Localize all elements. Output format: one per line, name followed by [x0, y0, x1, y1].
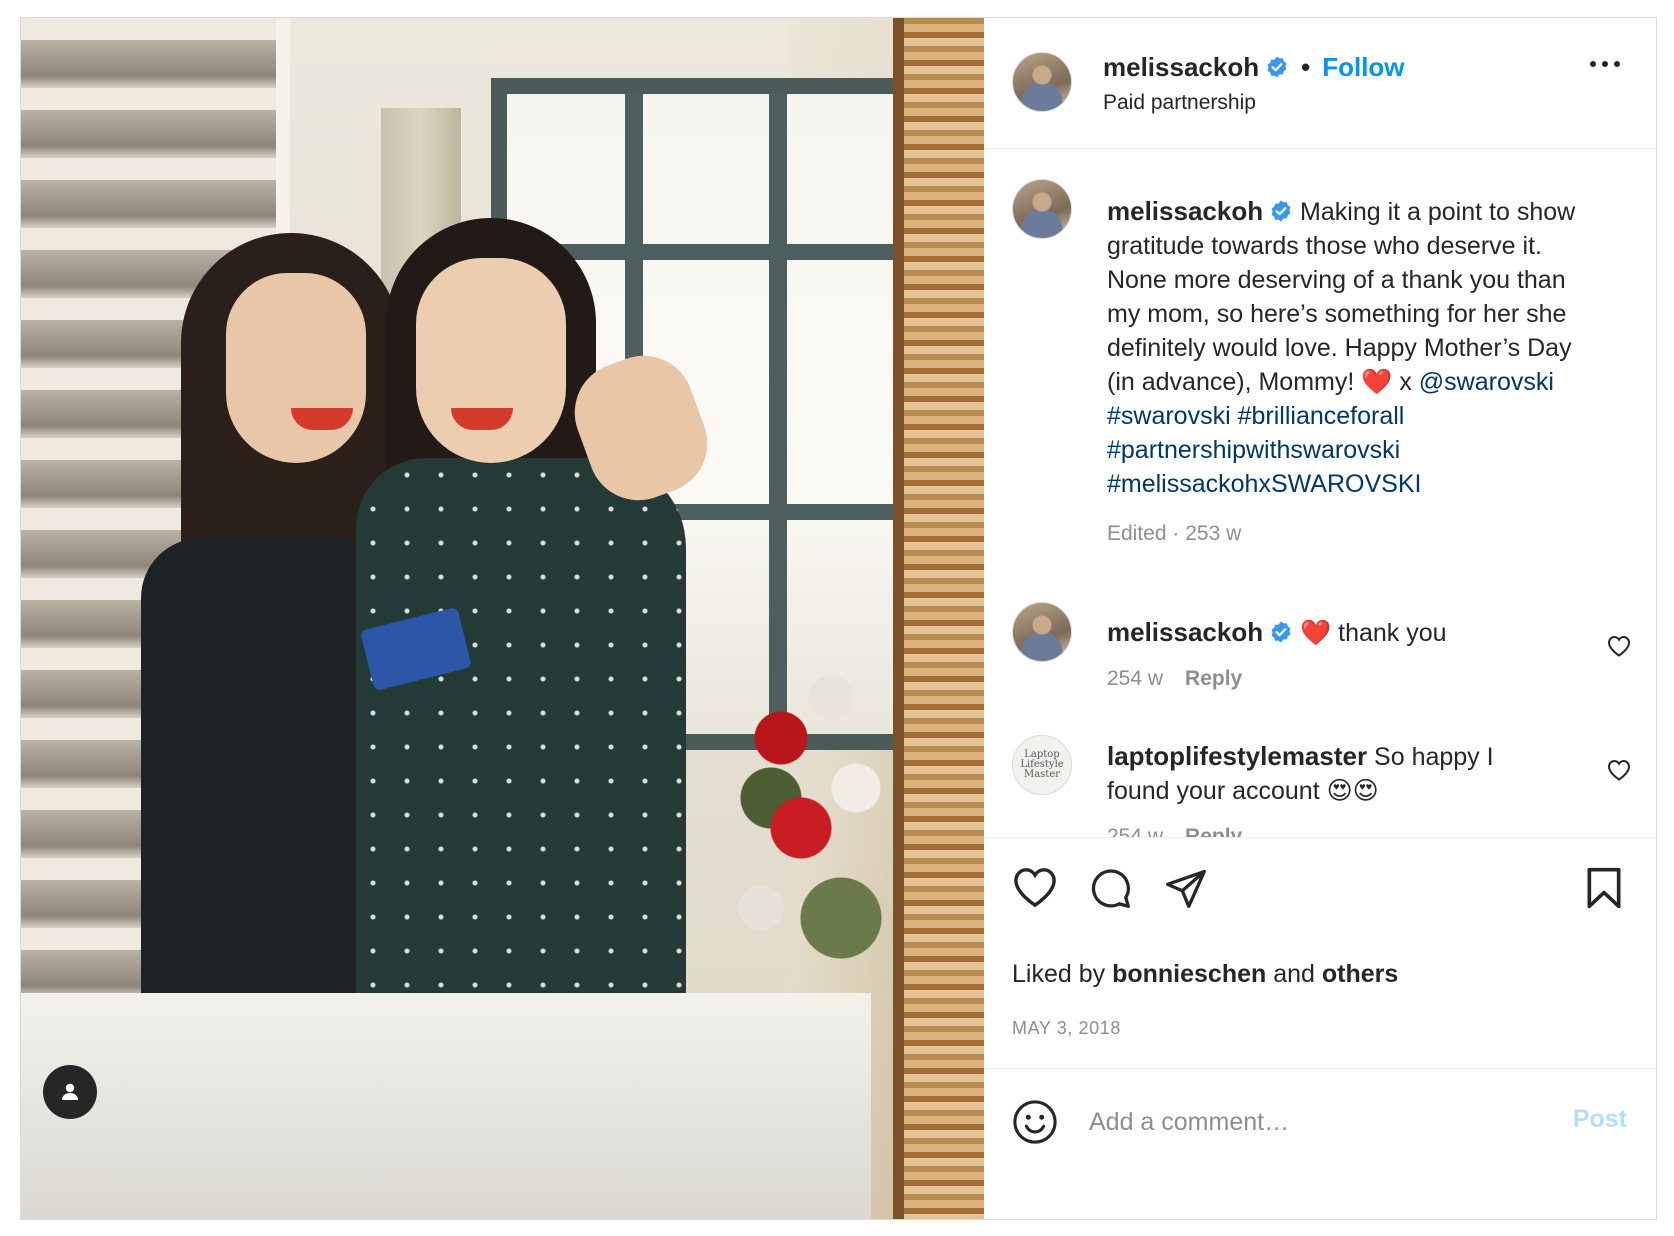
mention-swarovski[interactable]: @swarovski — [1419, 368, 1554, 396]
follow-button[interactable]: Follow — [1322, 52, 1404, 82]
heart-emoji: ❤️ — [1300, 619, 1332, 647]
comment-username[interactable]: melissackoh — [1107, 617, 1263, 647]
post-side-panel: melissackoh • Follow Paid partnership meli… — [984, 18, 1656, 1219]
comment-avatar[interactable] — [1012, 602, 1072, 662]
verified-badge-icon — [1267, 56, 1287, 78]
caption-meta: Edited · 253 w — [1107, 522, 1242, 545]
add-comment-bar: Post — [984, 1068, 1656, 1219]
comment-avatar[interactable]: Laptop Lifestyle Master — [1012, 735, 1072, 795]
paid-partnership-label[interactable]: Paid partnership — [1103, 91, 1256, 115]
verified-badge-icon — [1271, 200, 1291, 222]
caption-author-avatar[interactable] — [1012, 179, 1072, 239]
table — [21, 993, 871, 1219]
post-button[interactable]: Post — [1573, 1105, 1627, 1134]
post-header: melissackoh • Follow Paid partnership — [984, 18, 1656, 149]
liked-by-user[interactable]: bonnieschen — [1112, 960, 1266, 988]
hashtag-partnershipwithswarovski[interactable]: #partnershipwithswarovski — [1107, 436, 1400, 464]
comment-age: 254 w — [1107, 667, 1164, 690]
tagged-users-button[interactable] — [43, 1065, 97, 1119]
heart-icon[interactable] — [1012, 866, 1058, 908]
reply-button[interactable]: Reply — [1185, 667, 1242, 690]
comment-item: laptoplifestylemaster So happy I found y… — [1107, 739, 1547, 837]
author-line: melissackoh • Follow — [1103, 52, 1405, 83]
person-left-face — [226, 273, 366, 463]
comment-text: thank you — [1338, 619, 1447, 647]
author-username[interactable]: melissackoh — [1103, 52, 1259, 82]
likes-prefix: Liked by — [1012, 960, 1106, 988]
person-right-body — [356, 458, 686, 1008]
person-right-face — [416, 258, 566, 463]
caption-x: x — [1399, 368, 1412, 396]
liked-by-others[interactable]: others — [1322, 960, 1398, 988]
flower-bouquet — [721, 658, 901, 1018]
hashtag-melissackohxswarovski[interactable]: #melissackohxSWAROVSKI — [1107, 470, 1421, 498]
likes-and: and — [1273, 960, 1315, 988]
bookmark-icon[interactable] — [1585, 866, 1623, 910]
more-options-icon[interactable] — [1589, 60, 1621, 68]
likes-line: Liked by bonnieschen and others — [1012, 960, 1398, 989]
separator-dot: • — [1301, 52, 1311, 82]
comment-icon[interactable] — [1088, 866, 1132, 910]
like-comment-heart-icon[interactable] — [1607, 759, 1631, 781]
caption: melissackoh Making it a point to show gr… — [1107, 194, 1577, 551]
post-dialog: melissackoh • Follow Paid partnership meli… — [20, 17, 1657, 1220]
caption-text: Making it a point to show gratitude towa… — [1107, 198, 1576, 396]
heart-emoji: ❤️ — [1361, 368, 1393, 396]
hashtag-brillianceforall[interactable]: #brillianceforall — [1238, 402, 1405, 430]
reply-button[interactable]: Reply — [1185, 825, 1242, 837]
comments-list[interactable]: melissackoh Making it a point to show gr… — [984, 149, 1656, 837]
comment-input[interactable] — [1087, 1101, 1511, 1143]
action-bar: Liked by bonnieschen and others MAY 3, 2… — [984, 837, 1656, 1068]
share-icon[interactable] — [1164, 866, 1208, 910]
author-avatar[interactable] — [1012, 52, 1072, 112]
comment-age: 254 w — [1107, 825, 1164, 837]
like-comment-heart-icon[interactable] — [1607, 635, 1631, 657]
hashtag-swarovski[interactable]: #swarovski — [1107, 402, 1231, 430]
comment-item: melissackoh ❤️ thank you 254 w Reply — [1107, 615, 1547, 696]
post-photo[interactable] — [21, 18, 984, 1219]
caption-username[interactable]: melissackoh — [1107, 196, 1263, 226]
mirror-frame — [904, 18, 984, 1219]
verified-badge-icon — [1271, 621, 1291, 643]
post-date[interactable]: MAY 3, 2018 — [1012, 1018, 1121, 1039]
emoji-icon[interactable] — [1012, 1099, 1058, 1145]
user-icon — [62, 1083, 78, 1100]
comment-username[interactable]: laptoplifestylemaster — [1107, 741, 1367, 771]
